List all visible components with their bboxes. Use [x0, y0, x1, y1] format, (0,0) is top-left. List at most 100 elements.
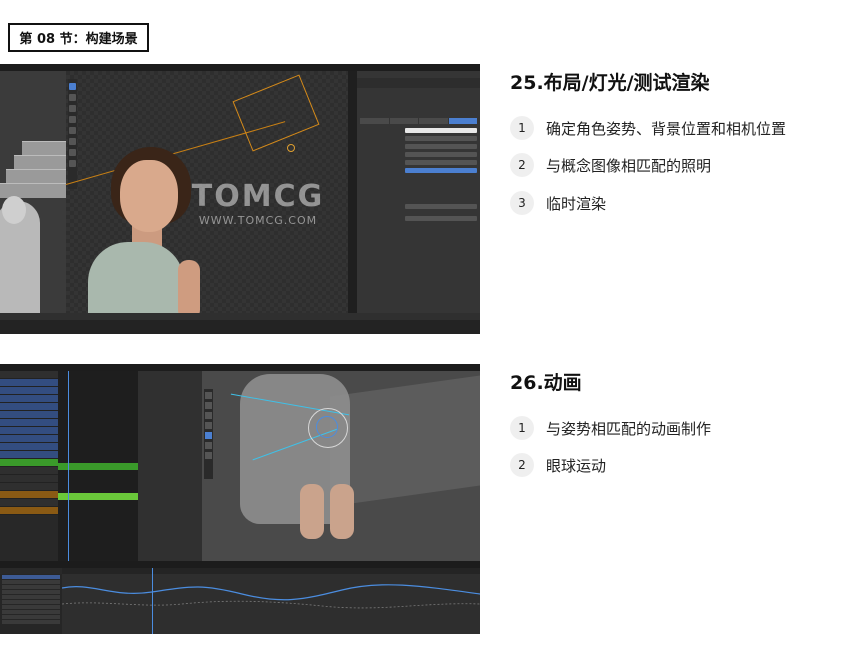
list-item[interactable]: [0, 371, 58, 379]
timeline-bar[interactable]: [0, 320, 480, 334]
item-text: 与姿势相匹配的动画制作: [546, 419, 712, 438]
fcurve-plot: [61, 584, 480, 609]
list-item[interactable]: [0, 379, 58, 387]
power-field[interactable]: [405, 136, 477, 141]
nla-editor[interactable]: [58, 371, 138, 561]
graph-playhead[interactable]: [152, 568, 153, 634]
seat-box: [330, 375, 480, 507]
list-item[interactable]: [0, 507, 58, 515]
shape-field[interactable]: [405, 144, 477, 149]
transform-tool-icon[interactable]: [69, 138, 76, 145]
tab-sun[interactable]: [389, 118, 418, 124]
list-item[interactable]: [0, 491, 58, 499]
cursor-tool-icon[interactable]: [205, 402, 212, 409]
nla-action-strip[interactable]: [58, 493, 138, 500]
channel-list[interactable]: [0, 574, 62, 634]
section-heading-animation: 26.动画: [510, 372, 582, 394]
move-tool-icon[interactable]: [205, 412, 212, 419]
measure-tool-icon[interactable]: [205, 452, 212, 459]
item-number-badge: 1: [510, 416, 534, 440]
size-x-field[interactable]: [405, 152, 477, 157]
list-item: 3 临时渲染: [510, 191, 606, 215]
tab-spot[interactable]: [419, 118, 448, 124]
character-dress: [88, 242, 184, 320]
list-item[interactable]: [0, 443, 58, 451]
list-item[interactable]: [0, 411, 58, 419]
spread-field[interactable]: [405, 204, 477, 209]
strip-properties-panel[interactable]: [138, 371, 202, 561]
rotate-tool-icon[interactable]: [69, 116, 76, 123]
list-item: 2 眼球运动: [510, 453, 606, 477]
tab-point[interactable]: [360, 118, 389, 124]
fcurve-blue: [61, 584, 480, 601]
use-nodes-button[interactable]: [405, 216, 477, 221]
annotate-tool-icon[interactable]: [69, 149, 76, 156]
max-bounces-field[interactable]: [405, 168, 477, 173]
item-text: 确定角色姿势、背景位置和相机位置: [546, 119, 787, 138]
list-item[interactable]: [0, 459, 58, 467]
nla-strip[interactable]: [58, 463, 138, 470]
list-item[interactable]: [0, 403, 58, 411]
list-item[interactable]: [2, 580, 60, 584]
list-item[interactable]: [0, 451, 58, 459]
character-face: [120, 160, 178, 232]
item-number-badge: 3: [510, 191, 534, 215]
properties-tab-strip[interactable]: [348, 71, 357, 320]
graph-editor-header[interactable]: [0, 561, 480, 568]
list-item[interactable]: [0, 467, 58, 475]
item-number-badge: 2: [510, 153, 534, 177]
properties-header: [357, 78, 480, 88]
select-tool-icon[interactable]: [69, 83, 76, 90]
list-item[interactable]: [2, 575, 60, 579]
light-type-tabs[interactable]: [360, 118, 477, 124]
list-item[interactable]: [2, 610, 60, 614]
list-item[interactable]: [2, 600, 60, 604]
list-item[interactable]: [2, 605, 60, 609]
list-item[interactable]: [0, 419, 58, 427]
list-item[interactable]: [0, 387, 58, 395]
list-item[interactable]: [0, 395, 58, 403]
item-text: 与概念图像相匹配的照明: [546, 156, 712, 175]
scale-tool-icon[interactable]: [69, 127, 76, 134]
item-number-badge: 2: [510, 453, 534, 477]
list-item[interactable]: [0, 427, 58, 435]
size-y-field[interactable]: [405, 160, 477, 165]
properties-panel[interactable]: [357, 71, 480, 320]
outliner-panel[interactable]: [0, 371, 58, 561]
transform-tool-icon[interactable]: [205, 432, 212, 439]
list-item[interactable]: [2, 585, 60, 589]
rotate-tool-icon[interactable]: [205, 422, 212, 429]
curve-area[interactable]: [61, 574, 480, 634]
move-tool-icon[interactable]: [69, 105, 76, 112]
list-item[interactable]: [2, 620, 60, 624]
fcurve-gray: [61, 600, 480, 609]
screenshot-animation: [0, 364, 480, 634]
nla-playhead[interactable]: [68, 371, 69, 561]
rotate-gizmo-inner[interactable]: [316, 416, 338, 438]
light-handle[interactable]: [287, 144, 295, 152]
list-item[interactable]: [0, 435, 58, 443]
list-item[interactable]: [0, 475, 58, 483]
list-item: 2 与概念图像相匹配的照明: [510, 153, 711, 177]
select-tool-icon[interactable]: [205, 392, 212, 399]
list-item[interactable]: [0, 483, 58, 491]
tab-area[interactable]: [448, 118, 477, 124]
list-item[interactable]: [2, 615, 60, 619]
measure-tool-icon[interactable]: [69, 160, 76, 167]
top-menu-bar: [0, 64, 480, 71]
mannequin-head: [2, 196, 26, 224]
screenshot-lighting: TOMCG WWW.TOMCG.COM: [0, 64, 480, 334]
section-heading-layout: 25.布局/灯光/测试渲染: [510, 72, 710, 94]
cursor-tool-icon[interactable]: [69, 94, 76, 101]
viewport-footer: [0, 313, 480, 320]
list-item[interactable]: [2, 590, 60, 594]
top-menu-bar: [0, 364, 480, 371]
list-item[interactable]: [2, 595, 60, 599]
reference-viewport[interactable]: [0, 71, 66, 320]
viewport-toolbar[interactable]: [204, 389, 213, 479]
light-color-field[interactable]: [405, 128, 477, 133]
annotate-tool-icon[interactable]: [205, 442, 212, 449]
list-item[interactable]: [0, 499, 58, 507]
list-item: 1 确定角色姿势、背景位置和相机位置: [510, 116, 786, 140]
viewport-toolbar[interactable]: [68, 79, 77, 189]
